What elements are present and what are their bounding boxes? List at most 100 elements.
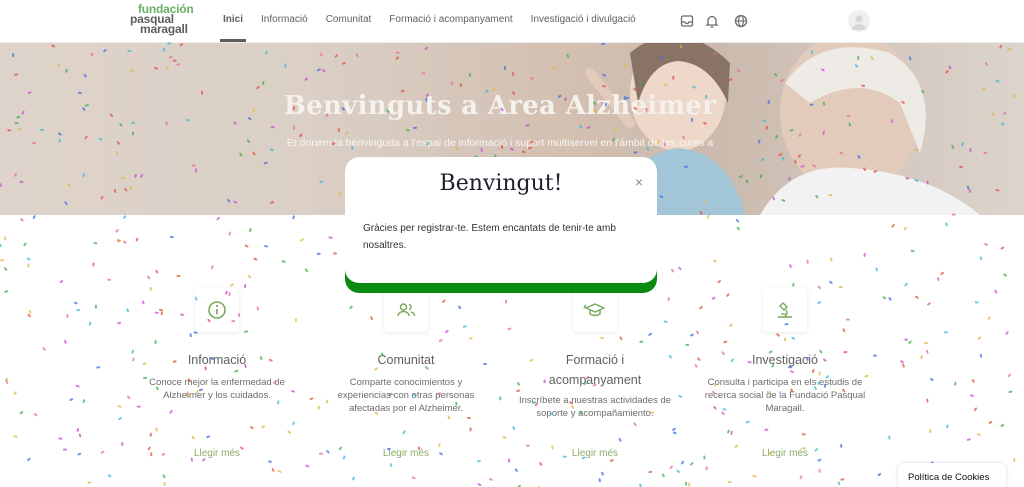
confetti-piece xyxy=(155,427,158,432)
nav-item-formacio[interactable]: Formació i acompanyament xyxy=(380,0,521,43)
cookie-policy-button[interactable]: Política de Cookies xyxy=(898,463,1006,487)
confetti-piece xyxy=(206,435,211,439)
nav-item-comunitat[interactable]: Comunitat xyxy=(317,0,381,43)
bell-icon[interactable] xyxy=(704,13,720,29)
read-more-link[interactable]: Llegir més xyxy=(311,448,501,459)
confetti-piece xyxy=(717,279,721,284)
users-icon xyxy=(384,288,428,332)
confetti-piece xyxy=(136,405,141,408)
confetti-piece xyxy=(904,338,909,341)
confetti-piece xyxy=(73,301,78,305)
confetti-piece xyxy=(466,416,471,419)
confetti-piece xyxy=(994,289,998,294)
confetti-piece xyxy=(13,435,18,438)
confetti-piece xyxy=(672,431,677,435)
confetti-piece xyxy=(96,366,101,369)
confetti-piece xyxy=(900,360,904,364)
confetti-piece xyxy=(618,437,622,442)
hero-subtitle: Et donem la benvinguda a l'espai de info… xyxy=(286,137,714,149)
confetti-piece xyxy=(94,304,97,309)
confetti-piece xyxy=(927,302,931,306)
confetti-piece xyxy=(135,237,139,242)
confetti-piece xyxy=(191,435,195,440)
confetti-piece xyxy=(920,355,923,360)
confetti-piece xyxy=(92,262,95,267)
read-more-link[interactable]: Llegir més xyxy=(690,448,880,459)
confetti-piece xyxy=(28,309,32,314)
confetti-piece xyxy=(76,427,80,432)
confetti-piece xyxy=(669,465,673,470)
microscope-icon xyxy=(763,288,807,332)
confetti-piece xyxy=(908,340,912,344)
confetti-piece xyxy=(292,421,296,426)
close-icon[interactable]: × xyxy=(635,174,643,190)
confetti-piece xyxy=(507,458,511,463)
confetti-piece xyxy=(727,429,730,434)
confetti-piece xyxy=(27,313,31,318)
confetti-piece xyxy=(829,257,833,262)
confetti-piece xyxy=(352,476,355,481)
confetti-piece xyxy=(945,222,948,227)
globe-icon[interactable] xyxy=(733,13,749,29)
nav-item-inici[interactable]: Inici xyxy=(214,0,252,43)
confetti-piece xyxy=(684,481,688,486)
confetti-piece xyxy=(122,240,127,244)
confetti-piece xyxy=(0,243,2,248)
nav-item-informacio[interactable]: Informació xyxy=(252,0,317,43)
confetti-piece xyxy=(228,231,232,236)
confetti-piece xyxy=(146,275,151,280)
inbox-icon[interactable] xyxy=(679,13,695,29)
confetti-piece xyxy=(910,249,915,253)
confetti-piece xyxy=(328,236,333,239)
confetti-piece xyxy=(4,290,9,293)
section-title: Informació xyxy=(187,353,247,367)
confetti-piece xyxy=(389,463,393,468)
confetti-piece xyxy=(69,398,74,401)
confetti-piece xyxy=(281,260,286,263)
confetti-piece xyxy=(155,269,159,274)
user-avatar-icon[interactable] xyxy=(848,10,870,32)
confetti-piece xyxy=(954,381,957,386)
confetti-piece xyxy=(888,297,892,301)
logo-line-3: maragall xyxy=(140,22,188,36)
confetti-piece xyxy=(1000,423,1005,428)
confetti-piece xyxy=(123,215,127,219)
confetti-piece xyxy=(118,416,122,421)
confetti-piece xyxy=(609,459,614,462)
read-more-link[interactable]: Llegir més xyxy=(500,448,690,459)
confetti-piece xyxy=(799,475,803,480)
confetti-piece xyxy=(633,422,637,427)
confetti-piece xyxy=(877,472,882,477)
confetti-piece xyxy=(75,384,80,388)
confetti-piece xyxy=(930,377,934,382)
read-more-link[interactable]: Llegir més xyxy=(122,448,312,459)
nav-item-investigacio[interactable]: Investigació i divulgació xyxy=(522,0,645,43)
confetti-piece xyxy=(792,282,795,287)
confetti-piece xyxy=(904,282,908,287)
confetti-piece xyxy=(20,218,24,222)
confetti-piece xyxy=(801,433,806,436)
section-investigacio: Investigació Consulta i participa en els… xyxy=(690,288,880,459)
section-description: Comparte conocimientos y experiencias co… xyxy=(337,377,475,414)
info-icon xyxy=(195,288,239,332)
confetti-piece xyxy=(936,277,940,282)
confetti-piece xyxy=(277,469,282,473)
confetti-piece xyxy=(926,398,929,403)
logo[interactable]: fundación pasqual maragall xyxy=(130,3,200,36)
confetti-piece xyxy=(882,296,887,300)
section-description: Consulta i participa en els estudis de r… xyxy=(704,377,866,414)
confetti-piece xyxy=(447,415,450,420)
confetti-piece xyxy=(162,474,166,479)
confetti-piece xyxy=(87,481,92,485)
confetti-piece xyxy=(988,421,993,425)
confetti-piece xyxy=(1008,390,1013,394)
section-description: Conoce mejor la enfermedad de Alzheimer … xyxy=(149,377,285,401)
confetti-piece xyxy=(116,238,120,243)
confetti-piece xyxy=(169,409,173,414)
confetti-piece xyxy=(987,316,991,320)
confetti-piece xyxy=(888,435,891,440)
confetti-piece xyxy=(253,257,258,261)
confetti-piece xyxy=(42,347,46,351)
confetti-piece xyxy=(23,242,27,247)
confetti-piece xyxy=(107,474,112,478)
